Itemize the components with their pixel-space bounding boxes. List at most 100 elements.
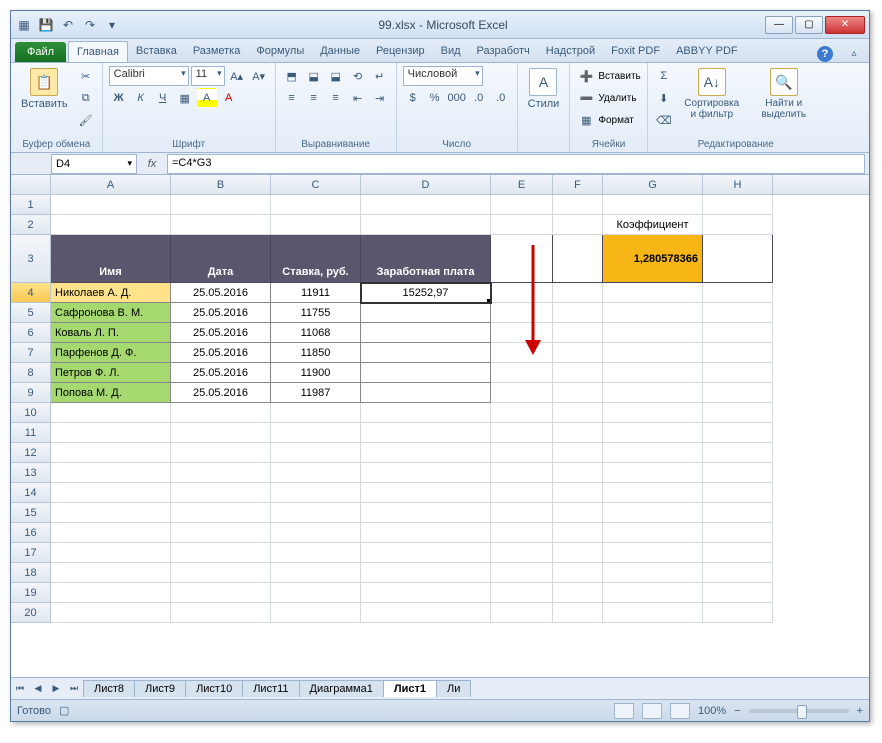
file-tab[interactable]: Файл xyxy=(15,42,66,62)
cell[interactable] xyxy=(51,543,171,563)
qat-dropdown-icon[interactable]: ▾ xyxy=(103,16,121,34)
zoom-level[interactable]: 100% xyxy=(698,705,726,717)
cell[interactable] xyxy=(603,195,703,215)
cell[interactable] xyxy=(51,563,171,583)
align-left-icon[interactable]: ≡ xyxy=(282,88,302,108)
data-cell[interactable]: Петров Ф. Л. xyxy=(51,363,171,383)
cell[interactable] xyxy=(703,443,773,463)
save-icon[interactable]: 💾 xyxy=(37,16,55,34)
autosum-icon[interactable]: Σ xyxy=(654,66,674,86)
table-header[interactable]: Ставка, руб. xyxy=(271,235,361,283)
cell[interactable] xyxy=(553,323,603,343)
data-cell[interactable] xyxy=(361,363,491,383)
cell[interactable] xyxy=(171,543,271,563)
data-cell[interactable]: 25.05.2016 xyxy=(171,283,271,303)
cell[interactable] xyxy=(603,283,703,303)
row-header-1[interactable]: 1 xyxy=(11,195,51,215)
cell[interactable] xyxy=(361,463,491,483)
font-color-icon[interactable]: A xyxy=(219,88,239,108)
cell[interactable] xyxy=(51,483,171,503)
worksheet-grid[interactable]: ABCDEFGH 12Коэффициент3ИмяДатаСтавка, ру… xyxy=(11,175,869,677)
underline-button[interactable]: Ч xyxy=(153,88,173,108)
cell[interactable] xyxy=(171,503,271,523)
insert-label[interactable]: Вставить xyxy=(598,71,640,82)
cell[interactable] xyxy=(491,563,553,583)
minimize-button[interactable]: — xyxy=(765,16,793,34)
macro-record-icon[interactable]: ▢ xyxy=(59,704,69,717)
cell[interactable] xyxy=(553,543,603,563)
close-button[interactable]: ✕ xyxy=(825,16,865,34)
cell[interactable] xyxy=(271,583,361,603)
formula-input[interactable]: =C4*G3 xyxy=(167,154,865,174)
cell[interactable] xyxy=(553,363,603,383)
cell[interactable] xyxy=(51,503,171,523)
orientation-icon[interactable]: ⟲ xyxy=(348,66,368,86)
decrease-font-icon[interactable]: A▾ xyxy=(249,66,269,86)
cell[interactable] xyxy=(603,543,703,563)
cell[interactable] xyxy=(603,403,703,423)
data-cell[interactable]: 11900 xyxy=(271,363,361,383)
tab-данные[interactable]: Данные xyxy=(312,41,368,62)
cell[interactable] xyxy=(703,283,773,303)
data-cell[interactable]: Николаев А. Д. xyxy=(51,283,171,303)
align-right-icon[interactable]: ≡ xyxy=(326,88,346,108)
tab-вид[interactable]: Вид xyxy=(433,41,469,62)
cell[interactable] xyxy=(361,423,491,443)
col-header-B[interactable]: B xyxy=(171,175,271,194)
cell[interactable] xyxy=(603,563,703,583)
normal-view-button[interactable] xyxy=(614,703,634,719)
cell[interactable] xyxy=(603,343,703,363)
cell[interactable] xyxy=(703,483,773,503)
col-header-D[interactable]: D xyxy=(361,175,491,194)
row-header-7[interactable]: 7 xyxy=(11,343,51,363)
row-header-4[interactable]: 4 xyxy=(11,283,51,303)
wrap-text-icon[interactable]: ↵ xyxy=(370,66,390,86)
row-header-3[interactable]: 3 xyxy=(11,235,51,283)
cell[interactable] xyxy=(271,563,361,583)
cell[interactable] xyxy=(703,523,773,543)
align-bottom-icon[interactable]: ⬓ xyxy=(326,66,346,86)
cell[interactable] xyxy=(361,403,491,423)
cell[interactable] xyxy=(361,583,491,603)
cell[interactable] xyxy=(271,523,361,543)
cell[interactable] xyxy=(553,523,603,543)
cell[interactable] xyxy=(271,403,361,423)
data-cell[interactable]: 11850 xyxy=(271,343,361,363)
tab-foxit pdf[interactable]: Foxit PDF xyxy=(603,41,668,62)
border-icon[interactable]: ▦ xyxy=(175,88,195,108)
col-header-C[interactable]: C xyxy=(271,175,361,194)
cell[interactable] xyxy=(271,215,361,235)
cell[interactable] xyxy=(553,583,603,603)
fx-icon[interactable]: fx xyxy=(137,158,167,170)
col-header-A[interactable]: A xyxy=(51,175,171,194)
cell[interactable] xyxy=(271,463,361,483)
ribbon-minimize-icon[interactable]: ▵ xyxy=(845,44,863,62)
cell[interactable] xyxy=(703,323,773,343)
row-header-8[interactable]: 8 xyxy=(11,363,51,383)
sheet-tab-Лист11[interactable]: Лист11 xyxy=(242,680,299,697)
tab-надстрой[interactable]: Надстрой xyxy=(538,41,603,62)
cell[interactable] xyxy=(361,215,491,235)
cell[interactable] xyxy=(491,463,553,483)
cell[interactable] xyxy=(603,523,703,543)
cell[interactable] xyxy=(361,543,491,563)
align-top-icon[interactable]: ⬒ xyxy=(282,66,302,86)
styles-button[interactable]: A Стили xyxy=(524,66,564,112)
cell[interactable] xyxy=(491,215,553,235)
sheet-tab-Диаграмма1[interactable]: Диаграмма1 xyxy=(299,680,384,697)
data-cell[interactable]: Парфенов Д. Ф. xyxy=(51,343,171,363)
cell[interactable] xyxy=(491,503,553,523)
cell[interactable] xyxy=(171,603,271,623)
cell[interactable] xyxy=(171,443,271,463)
row-header-11[interactable]: 11 xyxy=(11,423,51,443)
undo-icon[interactable]: ↶ xyxy=(59,16,77,34)
cell[interactable] xyxy=(491,443,553,463)
table-header[interactable]: Имя xyxy=(51,235,171,283)
delete-label[interactable]: Удалить xyxy=(598,93,636,104)
italic-button[interactable]: К xyxy=(131,88,151,108)
cell[interactable] xyxy=(171,423,271,443)
cell[interactable] xyxy=(553,403,603,423)
format-label[interactable]: Формат xyxy=(598,115,634,126)
sheet-nav-prev[interactable]: ◀ xyxy=(29,683,47,694)
sheet-nav-last[interactable]: ⏭ xyxy=(65,683,83,694)
